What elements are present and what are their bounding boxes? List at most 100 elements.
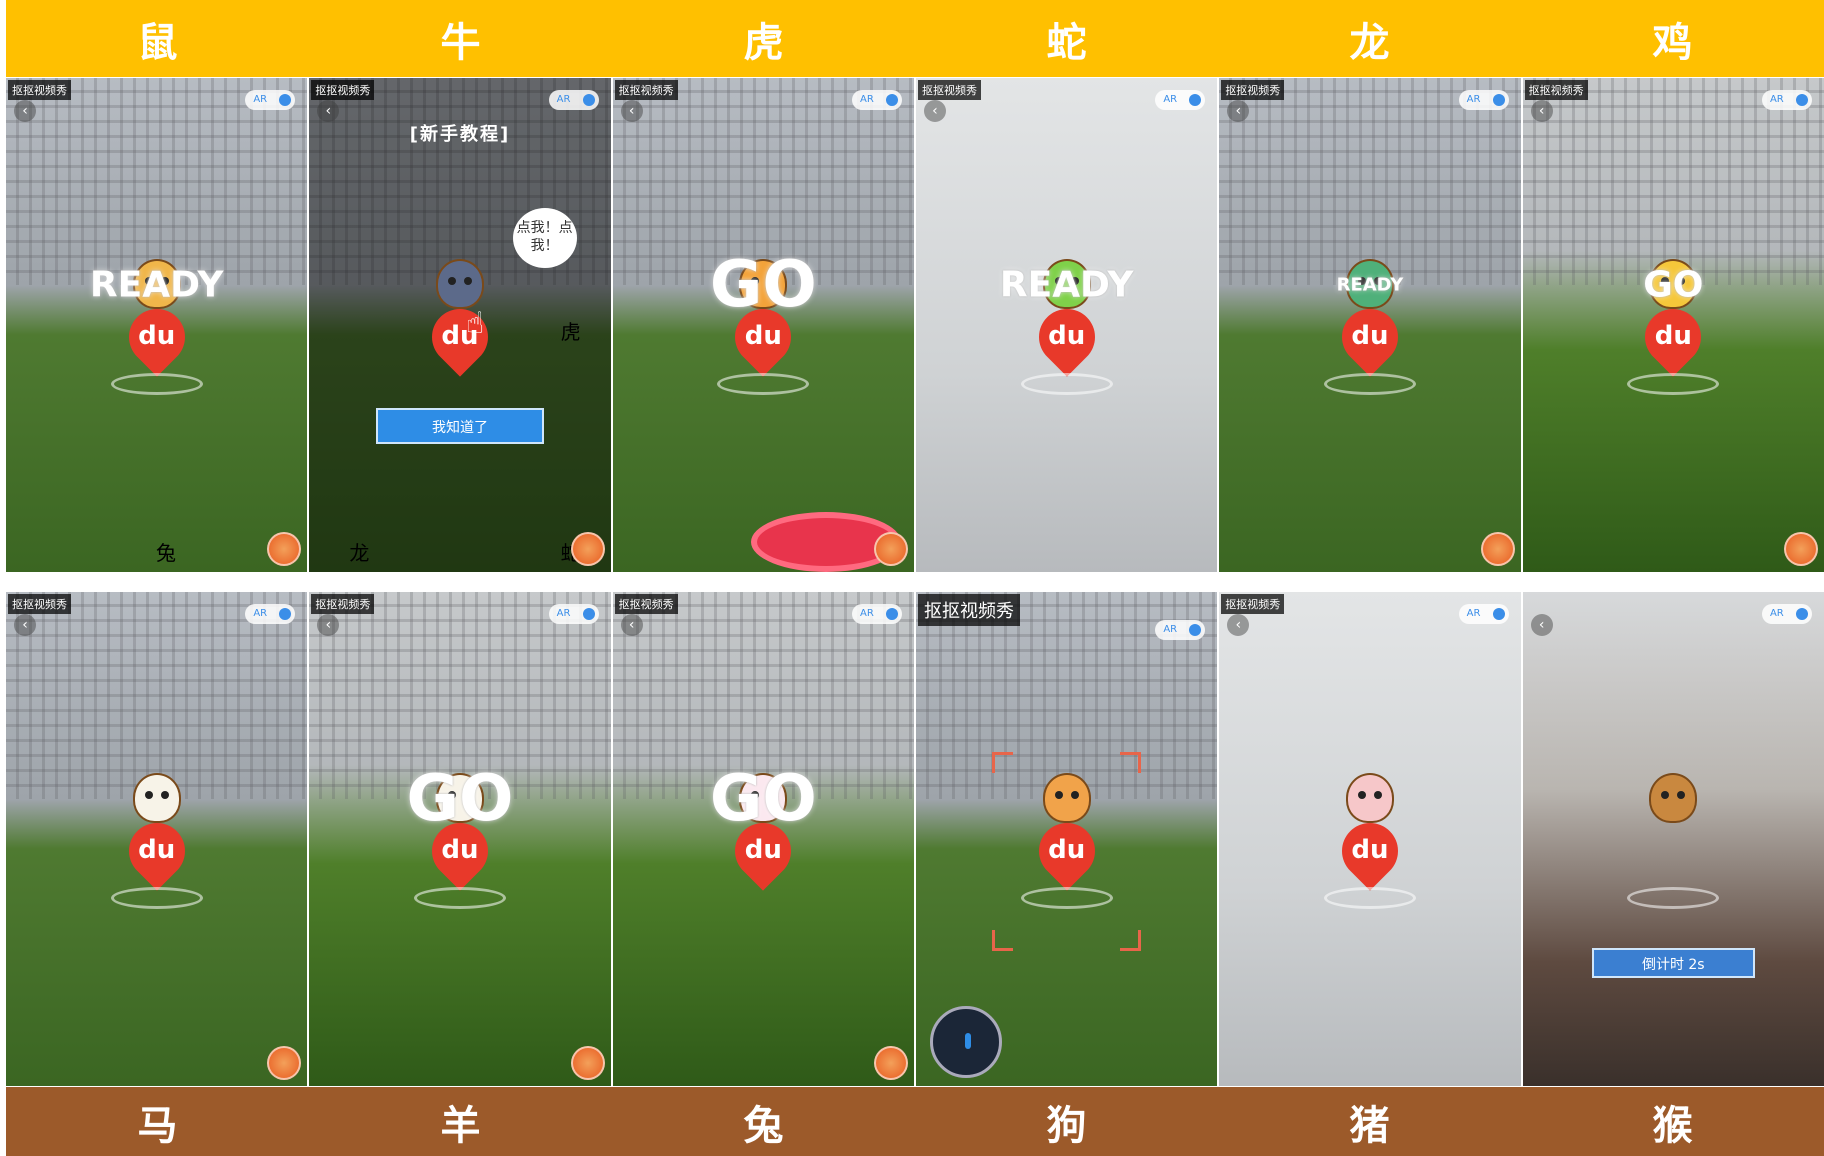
screenshot-panel: 抠抠视频秀 ‹ AR du GO xyxy=(309,592,611,1086)
got-it-button[interactable]: 我知道了 xyxy=(375,408,545,444)
overlay-label: 龙 xyxy=(349,541,370,565)
app-tag: 抠抠视频秀 xyxy=(8,80,71,100)
ar-toggle[interactable]: AR xyxy=(1458,604,1509,624)
ar-toggle[interactable]: AR xyxy=(245,90,296,110)
tutorial-title: [新手教程] xyxy=(409,124,511,145)
marker-text: du xyxy=(1351,321,1389,352)
back-icon[interactable]: ‹ xyxy=(14,614,36,636)
record-button[interactable] xyxy=(570,532,605,566)
app-tag: 抠抠视频秀 xyxy=(311,80,375,100)
ar-toggle[interactable]: AR xyxy=(1761,90,1812,110)
zodiac-label: 狗 xyxy=(1046,1102,1087,1149)
marker-text: du xyxy=(1351,835,1389,866)
ar-toggle[interactable]: AR xyxy=(1458,90,1509,110)
record-button[interactable] xyxy=(1480,532,1515,566)
ar-toggle[interactable]: AR xyxy=(245,604,296,624)
back-icon[interactable]: ‹ xyxy=(620,614,643,636)
screenshot-panel: 抠抠视频秀 ‹ AR du READY xyxy=(915,78,1218,572)
focus-corner xyxy=(1120,930,1142,951)
app-tag: 抠抠视频秀 xyxy=(8,594,71,614)
target-ring xyxy=(1627,373,1720,396)
marker-text: du xyxy=(138,321,176,352)
ar-marker[interactable]: du xyxy=(1323,245,1416,396)
marker-text: du xyxy=(1048,321,1086,352)
record-button[interactable] xyxy=(267,1046,302,1080)
status-text: READY xyxy=(1336,274,1404,296)
zodiac-label: 猪 xyxy=(1349,1102,1390,1149)
zodiac-label: 羊 xyxy=(440,1102,481,1149)
screenshot-panel: 抠抠视频秀 ‹ AR du xyxy=(1219,592,1521,1086)
overlay-label: 虎 xyxy=(560,320,581,344)
zodiac-label: 虎 xyxy=(743,19,784,66)
back-icon[interactable]: ‹ xyxy=(1227,614,1250,636)
screenshot-panel: 抠抠视频秀 ‹ AR du GO xyxy=(612,592,914,1086)
app-tag: 抠抠视频秀 xyxy=(917,594,1020,626)
marker-text: du xyxy=(138,835,176,866)
screenshot-panel: 抠抠视频秀 ‹ AR du GO xyxy=(1522,78,1824,572)
back-icon[interactable]: ‹ xyxy=(1530,614,1553,636)
status-text: GO xyxy=(709,762,817,837)
focus-corner xyxy=(1120,752,1142,773)
target-ring xyxy=(1323,373,1416,396)
target-ring xyxy=(110,887,203,910)
ar-toggle[interactable]: AR xyxy=(1761,604,1812,624)
marker-text: du xyxy=(744,321,782,352)
ar-marker[interactable] xyxy=(1627,759,1720,910)
status-text: GO xyxy=(406,762,514,837)
target-ring xyxy=(1020,887,1113,910)
back-icon[interactable]: ‹ xyxy=(14,100,36,122)
animal-character xyxy=(1345,773,1394,824)
record-button[interactable] xyxy=(873,1046,908,1080)
zodiac-label: 牛 xyxy=(440,19,481,66)
compass-icon[interactable] xyxy=(929,1006,1002,1078)
app-tag: 抠抠视频秀 xyxy=(614,594,678,614)
zodiac-label: 鼠 xyxy=(137,19,178,66)
ar-marker[interactable]: du xyxy=(110,759,203,910)
marker-text: du xyxy=(441,835,479,866)
record-button[interactable] xyxy=(873,532,908,566)
app-tag: 抠抠视频秀 xyxy=(1524,80,1588,100)
back-icon[interactable]: ‹ xyxy=(620,100,643,122)
animal-character xyxy=(132,773,181,824)
status-text: READY xyxy=(89,264,224,306)
record-button[interactable] xyxy=(570,1046,605,1080)
speech-bubble: 点我！点我！ xyxy=(512,208,577,268)
marker-text: du xyxy=(441,321,479,352)
ar-toggle[interactable]: AR xyxy=(548,90,599,110)
back-icon[interactable]: ‹ xyxy=(1530,100,1553,122)
zodiac-label: 蛇 xyxy=(1046,19,1087,66)
countdown-badge: 倒计时 2s xyxy=(1591,948,1755,978)
ar-marker[interactable]: du xyxy=(1323,759,1416,910)
screenshot-row-1: 抠抠视频秀 ‹ AR du READY 兔 抠抠视频秀 ‹ AR [新手教程] … xyxy=(6,78,1824,572)
record-button[interactable] xyxy=(267,532,302,566)
ar-marker[interactable]: du xyxy=(420,245,500,385)
screenshot-panel: 抠抠视频秀 ‹ AR du GO xyxy=(612,78,914,572)
ar-toggle[interactable]: AR xyxy=(851,604,902,624)
record-button[interactable] xyxy=(1783,532,1818,566)
focus-corner xyxy=(991,930,1013,951)
back-icon[interactable]: ‹ xyxy=(923,100,946,122)
screenshot-row-2: 抠抠视频秀 ‹ AR du 抠抠视频秀 ‹ AR du GO 抠抠视频秀 ‹ A… xyxy=(6,592,1824,1086)
ar-toggle[interactable]: AR xyxy=(548,604,599,624)
animal-character xyxy=(1649,773,1698,824)
target-ring xyxy=(1627,887,1720,910)
animal-character xyxy=(1042,773,1091,824)
marker-text: du xyxy=(1048,835,1086,866)
overlay-label: 兔 xyxy=(156,541,176,565)
target-ring xyxy=(413,887,506,910)
zodiac-label: 兔 xyxy=(743,1102,784,1149)
target-ring xyxy=(1323,887,1416,910)
ar-toggle[interactable]: AR xyxy=(1155,620,1206,640)
ar-marker[interactable]: du xyxy=(1020,759,1113,910)
marker-text: du xyxy=(744,835,782,866)
zodiac-label: 猴 xyxy=(1652,1102,1693,1149)
ar-toggle[interactable]: AR xyxy=(851,90,902,110)
target-ring xyxy=(717,373,810,396)
focus-corner xyxy=(991,752,1013,773)
app-tag: 抠抠视频秀 xyxy=(311,594,375,614)
ar-toggle[interactable]: AR xyxy=(1155,90,1206,110)
screenshot-panel: 抠抠视频秀 ‹ AR [新手教程] du ☝ 点我！点我！ 我知道了 虎 龙 蛇 xyxy=(309,78,611,572)
app-tag: 抠抠视频秀 xyxy=(1221,80,1285,100)
target-ring xyxy=(1020,373,1113,396)
app-tag: 抠抠视频秀 xyxy=(917,80,981,100)
